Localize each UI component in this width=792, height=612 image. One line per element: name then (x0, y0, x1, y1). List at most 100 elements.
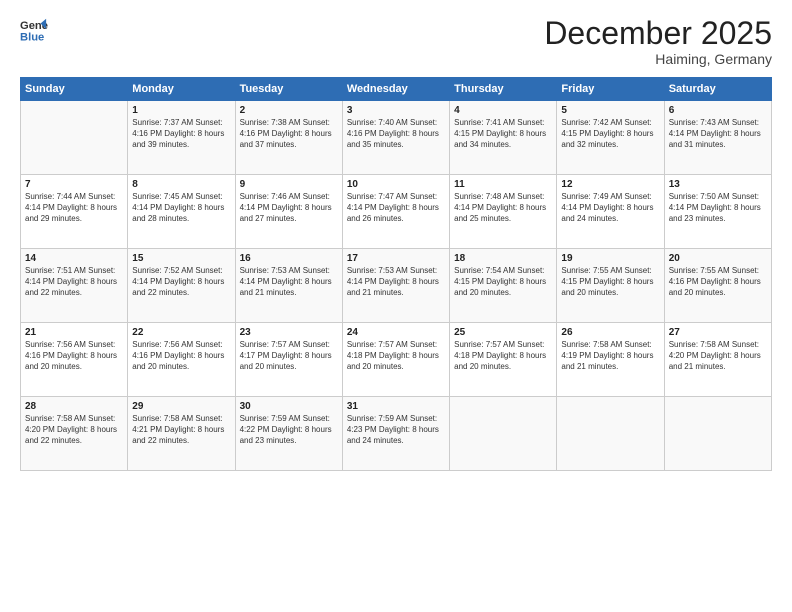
day-info: Sunrise: 7:44 AM Sunset: 4:14 PM Dayligh… (25, 192, 123, 224)
day-info: Sunrise: 7:41 AM Sunset: 4:15 PM Dayligh… (454, 118, 552, 150)
logo-icon: General Blue (20, 16, 48, 44)
table-row: 19Sunrise: 7:55 AM Sunset: 4:15 PM Dayli… (557, 249, 664, 323)
day-number: 30 (240, 401, 338, 412)
day-info: Sunrise: 7:51 AM Sunset: 4:14 PM Dayligh… (25, 266, 123, 298)
day-info: Sunrise: 7:46 AM Sunset: 4:14 PM Dayligh… (240, 192, 338, 224)
day-info: Sunrise: 7:45 AM Sunset: 4:14 PM Dayligh… (132, 192, 230, 224)
day-number: 3 (347, 105, 445, 116)
day-info: Sunrise: 7:58 AM Sunset: 4:19 PM Dayligh… (561, 340, 659, 372)
table-row: 10 Sunrise: 7:47 AM Sunset: 4:14 PM Dayli… (342, 175, 449, 249)
day-info: Sunrise: 7:59 AM Sunset: 4:23 PM Dayligh… (347, 414, 445, 446)
table-row: 17 Sunrise: 7:53 AM Sunset: 4:14 PM Dayli… (342, 249, 449, 323)
col-thursday: Thursday (450, 78, 557, 101)
table-row: 9 Sunrise: 7:46 AM Sunset: 4:14 PM Daylig… (235, 175, 342, 249)
logo: General Blue (20, 16, 48, 44)
day-number: 8 (132, 179, 230, 190)
day-number: 29 (132, 401, 230, 412)
title-block: December 2025 Haiming, Germany (544, 16, 772, 67)
day-info: Sunrise: 7:53 AM Sunset: 4:14 PM Dayligh… (240, 266, 338, 298)
day-info: Sunrise: 7:55 AM Sunset: 4:15 PM Dayligh… (561, 266, 659, 298)
day-number: 13 (669, 179, 767, 190)
table-row: 28Sunrise: 7:58 AM Sunset: 4:20 PM Dayli… (21, 397, 128, 471)
day-info: Sunrise: 7:56 AM Sunset: 4:16 PM Dayligh… (132, 340, 230, 372)
col-monday: Monday (128, 78, 235, 101)
day-info: Sunrise: 7:52 AM Sunset: 4:14 PM Dayligh… (132, 266, 230, 298)
col-sunday: Sunday (21, 78, 128, 101)
table-row: 8 Sunrise: 7:45 AM Sunset: 4:14 PM Daylig… (128, 175, 235, 249)
table-row: 27 Sunrise: 7:58 AM Sunset: 4:20 PM Dayli… (664, 323, 771, 397)
day-number: 9 (240, 179, 338, 190)
col-wednesday: Wednesday (342, 78, 449, 101)
table-row: 20 Sunrise: 7:55 AM Sunset: 4:16 PM Dayli… (664, 249, 771, 323)
day-info: Sunrise: 7:43 AM Sunset: 4:14 PM Dayligh… (669, 118, 767, 150)
day-number: 14 (25, 253, 123, 264)
month-title: December 2025 (544, 16, 772, 51)
calendar-table: Sunday Monday Tuesday Wednesday Thursday… (20, 77, 772, 471)
table-row: 11 Sunrise: 7:48 AM Sunset: 4:14 PM Dayli… (450, 175, 557, 249)
day-number: 6 (669, 105, 767, 116)
day-info: Sunrise: 7:42 AM Sunset: 4:15 PM Dayligh… (561, 118, 659, 150)
table-row: 12 Sunrise: 7:49 AM Sunset: 4:14 PM Dayli… (557, 175, 664, 249)
day-number: 15 (132, 253, 230, 264)
day-number: 2 (240, 105, 338, 116)
day-number: 26 (561, 327, 659, 338)
table-row: 26 Sunrise: 7:58 AM Sunset: 4:19 PM Dayli… (557, 323, 664, 397)
table-row: 7 Sunrise: 7:44 AM Sunset: 4:14 PM Daylig… (21, 175, 128, 249)
day-info: Sunrise: 7:48 AM Sunset: 4:14 PM Dayligh… (454, 192, 552, 224)
day-info: Sunrise: 7:54 AM Sunset: 4:15 PM Dayligh… (454, 266, 552, 298)
table-row (557, 397, 664, 471)
day-number: 17 (347, 253, 445, 264)
day-number: 31 (347, 401, 445, 412)
day-number: 18 (454, 253, 552, 264)
day-number: 21 (25, 327, 123, 338)
table-row: 16Sunrise: 7:53 AM Sunset: 4:14 PM Dayli… (235, 249, 342, 323)
table-row: 18 Sunrise: 7:54 AM Sunset: 4:15 PM Dayli… (450, 249, 557, 323)
day-number: 7 (25, 179, 123, 190)
day-number: 4 (454, 105, 552, 116)
table-row: 31 Sunrise: 7:59 AM Sunset: 4:23 PM Dayli… (342, 397, 449, 471)
day-info: Sunrise: 7:40 AM Sunset: 4:16 PM Dayligh… (347, 118, 445, 150)
day-number: 25 (454, 327, 552, 338)
day-info: Sunrise: 7:38 AM Sunset: 4:16 PM Dayligh… (240, 118, 338, 150)
location: Haiming, Germany (544, 51, 772, 67)
table-row (21, 101, 128, 175)
table-row (664, 397, 771, 471)
day-number: 12 (561, 179, 659, 190)
day-info: Sunrise: 7:58 AM Sunset: 4:20 PM Dayligh… (669, 340, 767, 372)
day-info: Sunrise: 7:59 AM Sunset: 4:22 PM Dayligh… (240, 414, 338, 446)
day-info: Sunrise: 7:47 AM Sunset: 4:14 PM Dayligh… (347, 192, 445, 224)
table-row: 29 Sunrise: 7:58 AM Sunset: 4:21 PM Dayli… (128, 397, 235, 471)
table-row: 5 Sunrise: 7:42 AM Sunset: 4:15 PM Daylig… (557, 101, 664, 175)
calendar-week-row: 28Sunrise: 7:58 AM Sunset: 4:20 PM Dayli… (21, 397, 772, 471)
table-row: 2 Sunrise: 7:38 AM Sunset: 4:16 PM Daylig… (235, 101, 342, 175)
day-info: Sunrise: 7:57 AM Sunset: 4:18 PM Dayligh… (347, 340, 445, 372)
calendar-week-row: 1 Sunrise: 7:37 AM Sunset: 4:16 PM Daylig… (21, 101, 772, 175)
table-row (450, 397, 557, 471)
day-number: 27 (669, 327, 767, 338)
day-info: Sunrise: 7:49 AM Sunset: 4:14 PM Dayligh… (561, 192, 659, 224)
table-row: 3 Sunrise: 7:40 AM Sunset: 4:16 PM Daylig… (342, 101, 449, 175)
day-number: 1 (132, 105, 230, 116)
day-number: 5 (561, 105, 659, 116)
col-saturday: Saturday (664, 78, 771, 101)
day-number: 22 (132, 327, 230, 338)
table-row: 14 Sunrise: 7:51 AM Sunset: 4:14 PM Dayli… (21, 249, 128, 323)
table-row: 1 Sunrise: 7:37 AM Sunset: 4:16 PM Daylig… (128, 101, 235, 175)
day-info: Sunrise: 7:58 AM Sunset: 4:21 PM Dayligh… (132, 414, 230, 446)
page-header: General Blue December 2025 Haiming, Germ… (20, 16, 772, 67)
day-number: 23 (240, 327, 338, 338)
col-tuesday: Tuesday (235, 78, 342, 101)
day-number: 11 (454, 179, 552, 190)
day-info: Sunrise: 7:53 AM Sunset: 4:14 PM Dayligh… (347, 266, 445, 298)
calendar-week-row: 21 Sunrise: 7:56 AM Sunset: 4:16 PM Dayli… (21, 323, 772, 397)
calendar-week-row: 7 Sunrise: 7:44 AM Sunset: 4:14 PM Daylig… (21, 175, 772, 249)
table-row: 25 Sunrise: 7:57 AM Sunset: 4:18 PM Dayli… (450, 323, 557, 397)
day-number: 10 (347, 179, 445, 190)
day-info: Sunrise: 7:55 AM Sunset: 4:16 PM Dayligh… (669, 266, 767, 298)
day-number: 28 (25, 401, 123, 412)
day-info: Sunrise: 7:57 AM Sunset: 4:18 PM Dayligh… (454, 340, 552, 372)
svg-text:Blue: Blue (20, 31, 44, 43)
day-number: 20 (669, 253, 767, 264)
col-friday: Friday (557, 78, 664, 101)
day-info: Sunrise: 7:37 AM Sunset: 4:16 PM Dayligh… (132, 118, 230, 150)
